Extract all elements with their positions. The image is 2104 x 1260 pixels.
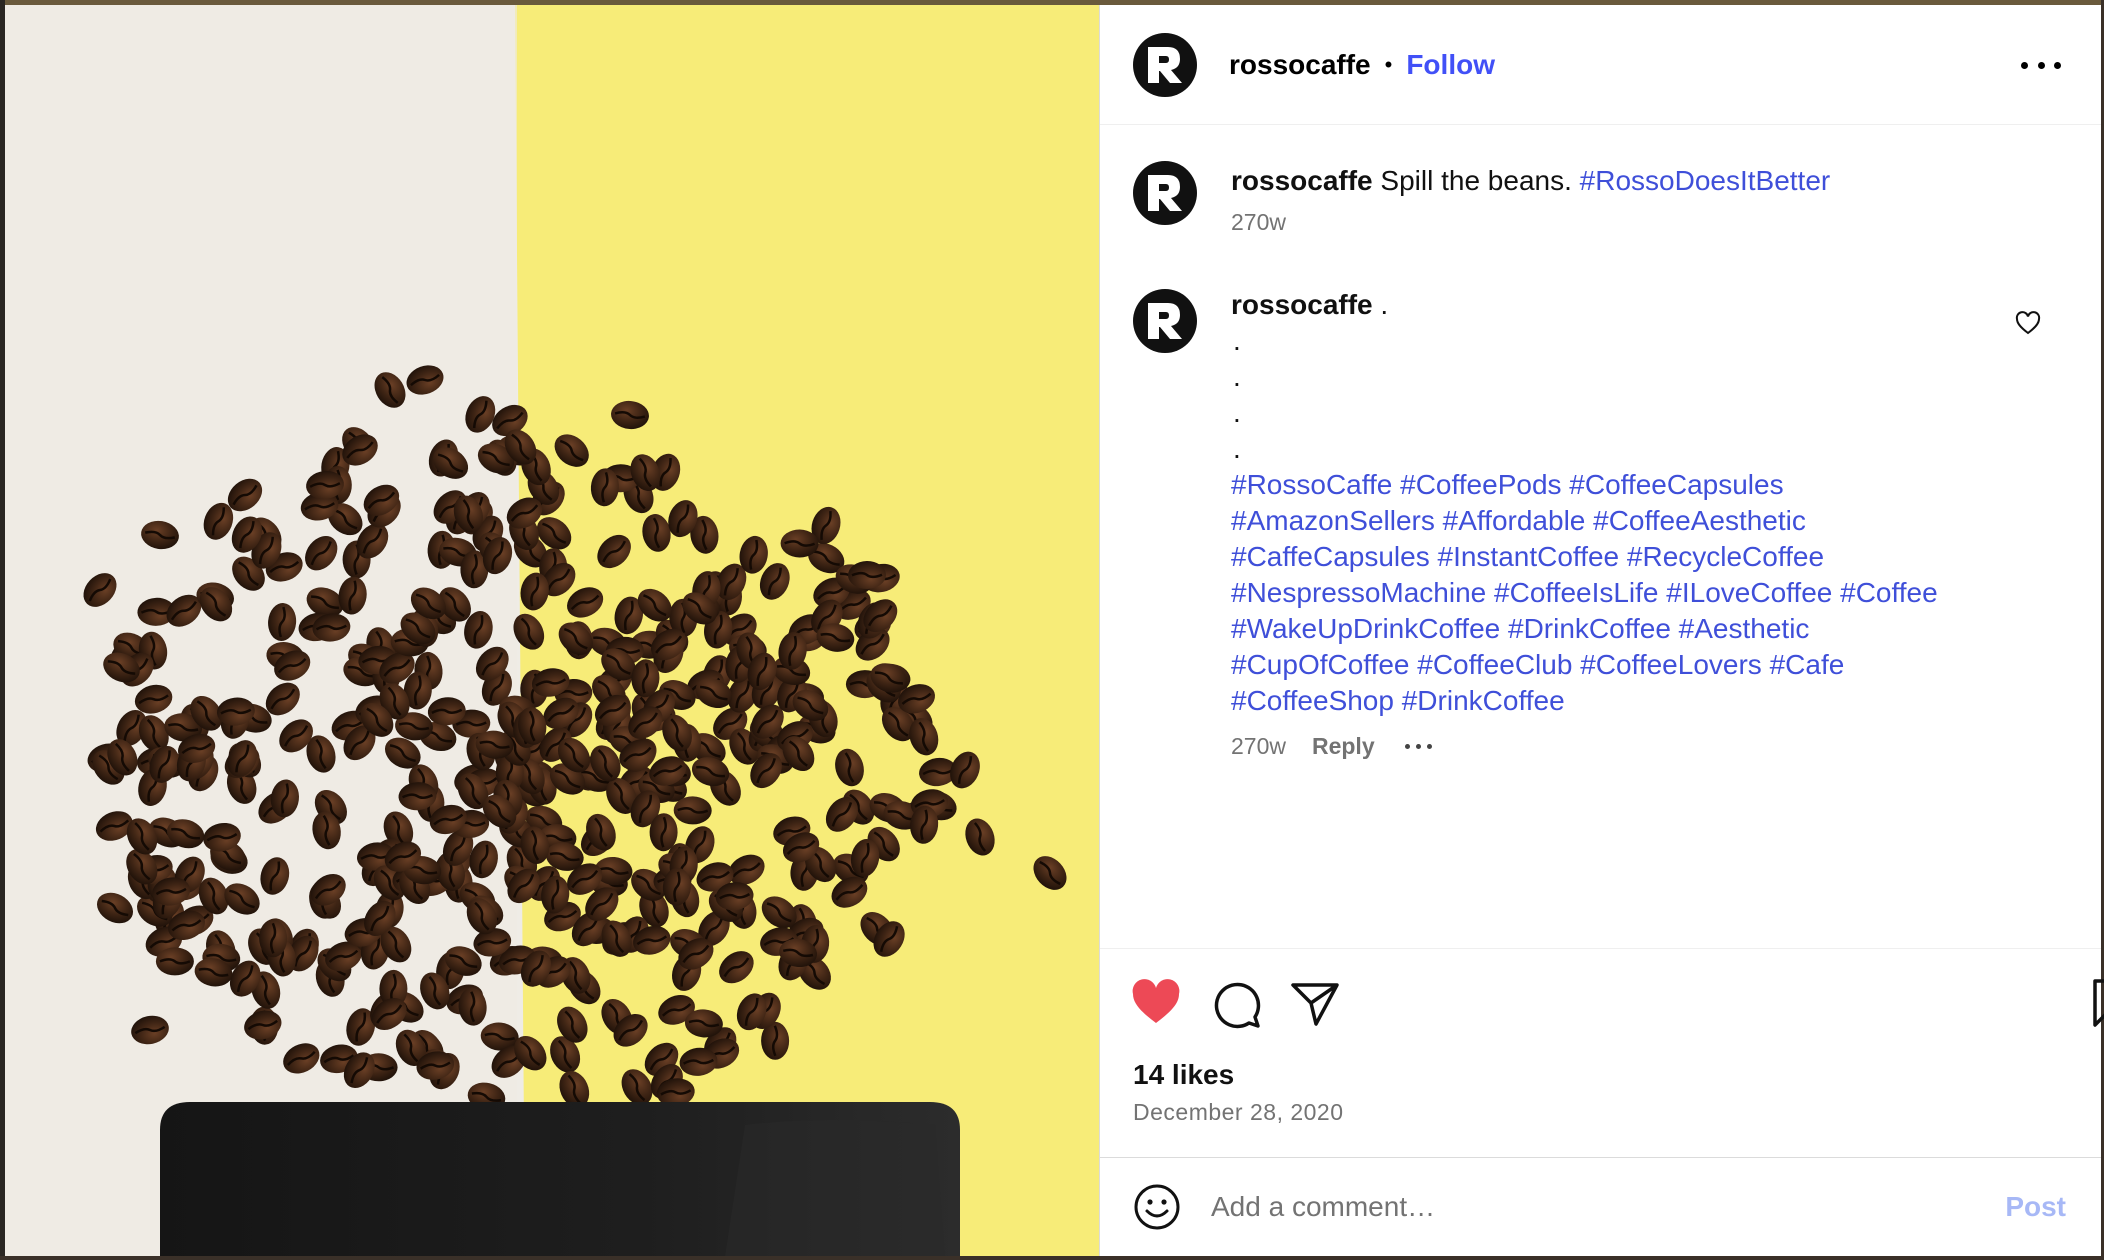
caption-username[interactable]: rossocaffe <box>1231 165 1373 196</box>
hashtag-line[interactable]: #WakeUpDrinkCoffee #DrinkCoffee #Aesthet… <box>1231 611 1991 647</box>
dot <box>2037 61 2045 69</box>
caption: rossocaffe Spill the beans. #RossoDoesIt… <box>1133 161 2071 236</box>
comment-username[interactable]: rossocaffe <box>1231 289 1373 320</box>
caption-age[interactable]: 270w <box>1231 209 1286 236</box>
comments-section[interactable]: rossocaffe Spill the beans. #RossoDoesIt… <box>1100 126 2101 946</box>
smiley-icon[interactable] <box>1133 1183 1181 1231</box>
likes-count[interactable]: 14 likes <box>1133 1059 1234 1091</box>
hashtag-line[interactable]: #CaffeCapsules #InstantCoffee #RecycleCo… <box>1231 539 1991 575</box>
caption-hashtag[interactable]: #RossoDoesItBetter <box>1580 165 1831 196</box>
post-modal: rossocaffe • Follow rossocaffe Spill the… <box>5 5 2104 1256</box>
heart-outline-icon[interactable] <box>2015 311 2041 335</box>
comment-first-line: . <box>1372 289 1389 320</box>
bookmark-icon[interactable] <box>2087 977 2104 1029</box>
rosso-logo-icon <box>1148 175 1182 211</box>
dot <box>2021 61 2028 69</box>
dot <box>1404 744 1410 749</box>
dot-line: . <box>1233 433 1241 464</box>
add-comment-bar: Post <box>1100 1157 2101 1256</box>
avatar[interactable] <box>1133 289 1197 353</box>
dot <box>2054 61 2061 69</box>
post-side-panel: rossocaffe • Follow rossocaffe Spill the… <box>1099 5 2104 1256</box>
coffee-beans-photo <box>5 5 1099 1256</box>
post-actions: 14 likes December 28, 2020 <box>1100 948 2104 1156</box>
hashtag-line[interactable]: #CoffeeShop #DrinkCoffee <box>1231 683 1991 719</box>
post-header: rossocaffe • Follow <box>1100 5 2101 125</box>
hashtag-line[interactable]: #NespressoMachine #CoffeeIsLife #ILoveCo… <box>1231 575 1991 611</box>
comment-age[interactable]: 270w <box>1231 733 1286 760</box>
rosso-logo-icon <box>1148 303 1182 339</box>
dot-line: . <box>1233 325 1241 356</box>
post-comment-button[interactable]: Post <box>2005 1191 2066 1223</box>
paper-plane-icon[interactable] <box>1289 977 1341 1029</box>
hashtag-line[interactable]: #AmazonSellers #Affordable #CoffeeAesthe… <box>1231 503 1991 539</box>
dot <box>1426 744 1432 749</box>
heart-filled-icon[interactable] <box>1130 977 1182 1029</box>
dot-line: . <box>1233 397 1241 428</box>
post-image[interactable] <box>5 5 1099 1256</box>
header-username[interactable]: rossocaffe <box>1229 49 1371 81</box>
avatar[interactable] <box>1133 32 1197 97</box>
comment-dot-lines: . . . . <box>1231 323 1991 467</box>
hashtag-line[interactable]: #RossoCaffe #CoffeePods #CoffeeCapsules <box>1231 467 1991 503</box>
separator-dot: • <box>1384 51 1393 77</box>
follow-button[interactable]: Follow <box>1406 49 1495 81</box>
more-options-button[interactable] <box>2021 51 2061 79</box>
dot-line: . <box>1233 361 1241 392</box>
comment: rossocaffe . . . . . #RossoCaffe #Coffee… <box>1133 289 2071 760</box>
comment-hashtags[interactable]: #RossoCaffe #CoffeePods #CoffeeCapsules … <box>1231 467 1991 719</box>
comment-more-button[interactable] <box>1404 737 1432 757</box>
speech-bubble-icon[interactable] <box>1210 977 1262 1029</box>
comment-input[interactable] <box>1211 1191 2006 1223</box>
comment-meta: 270w Reply <box>1231 733 1991 760</box>
dot <box>1415 744 1421 749</box>
hashtag-line[interactable]: #CupOfCoffee #CoffeeClub #CoffeeLovers #… <box>1231 647 1991 683</box>
post-date[interactable]: December 28, 2020 <box>1133 1099 1344 1126</box>
coffee-bean <box>155 947 194 976</box>
caption-text: Spill the beans. <box>1372 165 1580 196</box>
backdrop-bottom <box>0 1256 2104 1260</box>
reply-button[interactable]: Reply <box>1312 733 1375 760</box>
rosso-logo-icon <box>1148 46 1182 83</box>
avatar[interactable] <box>1133 161 1197 225</box>
caption-meta: 270w <box>1231 209 1830 236</box>
